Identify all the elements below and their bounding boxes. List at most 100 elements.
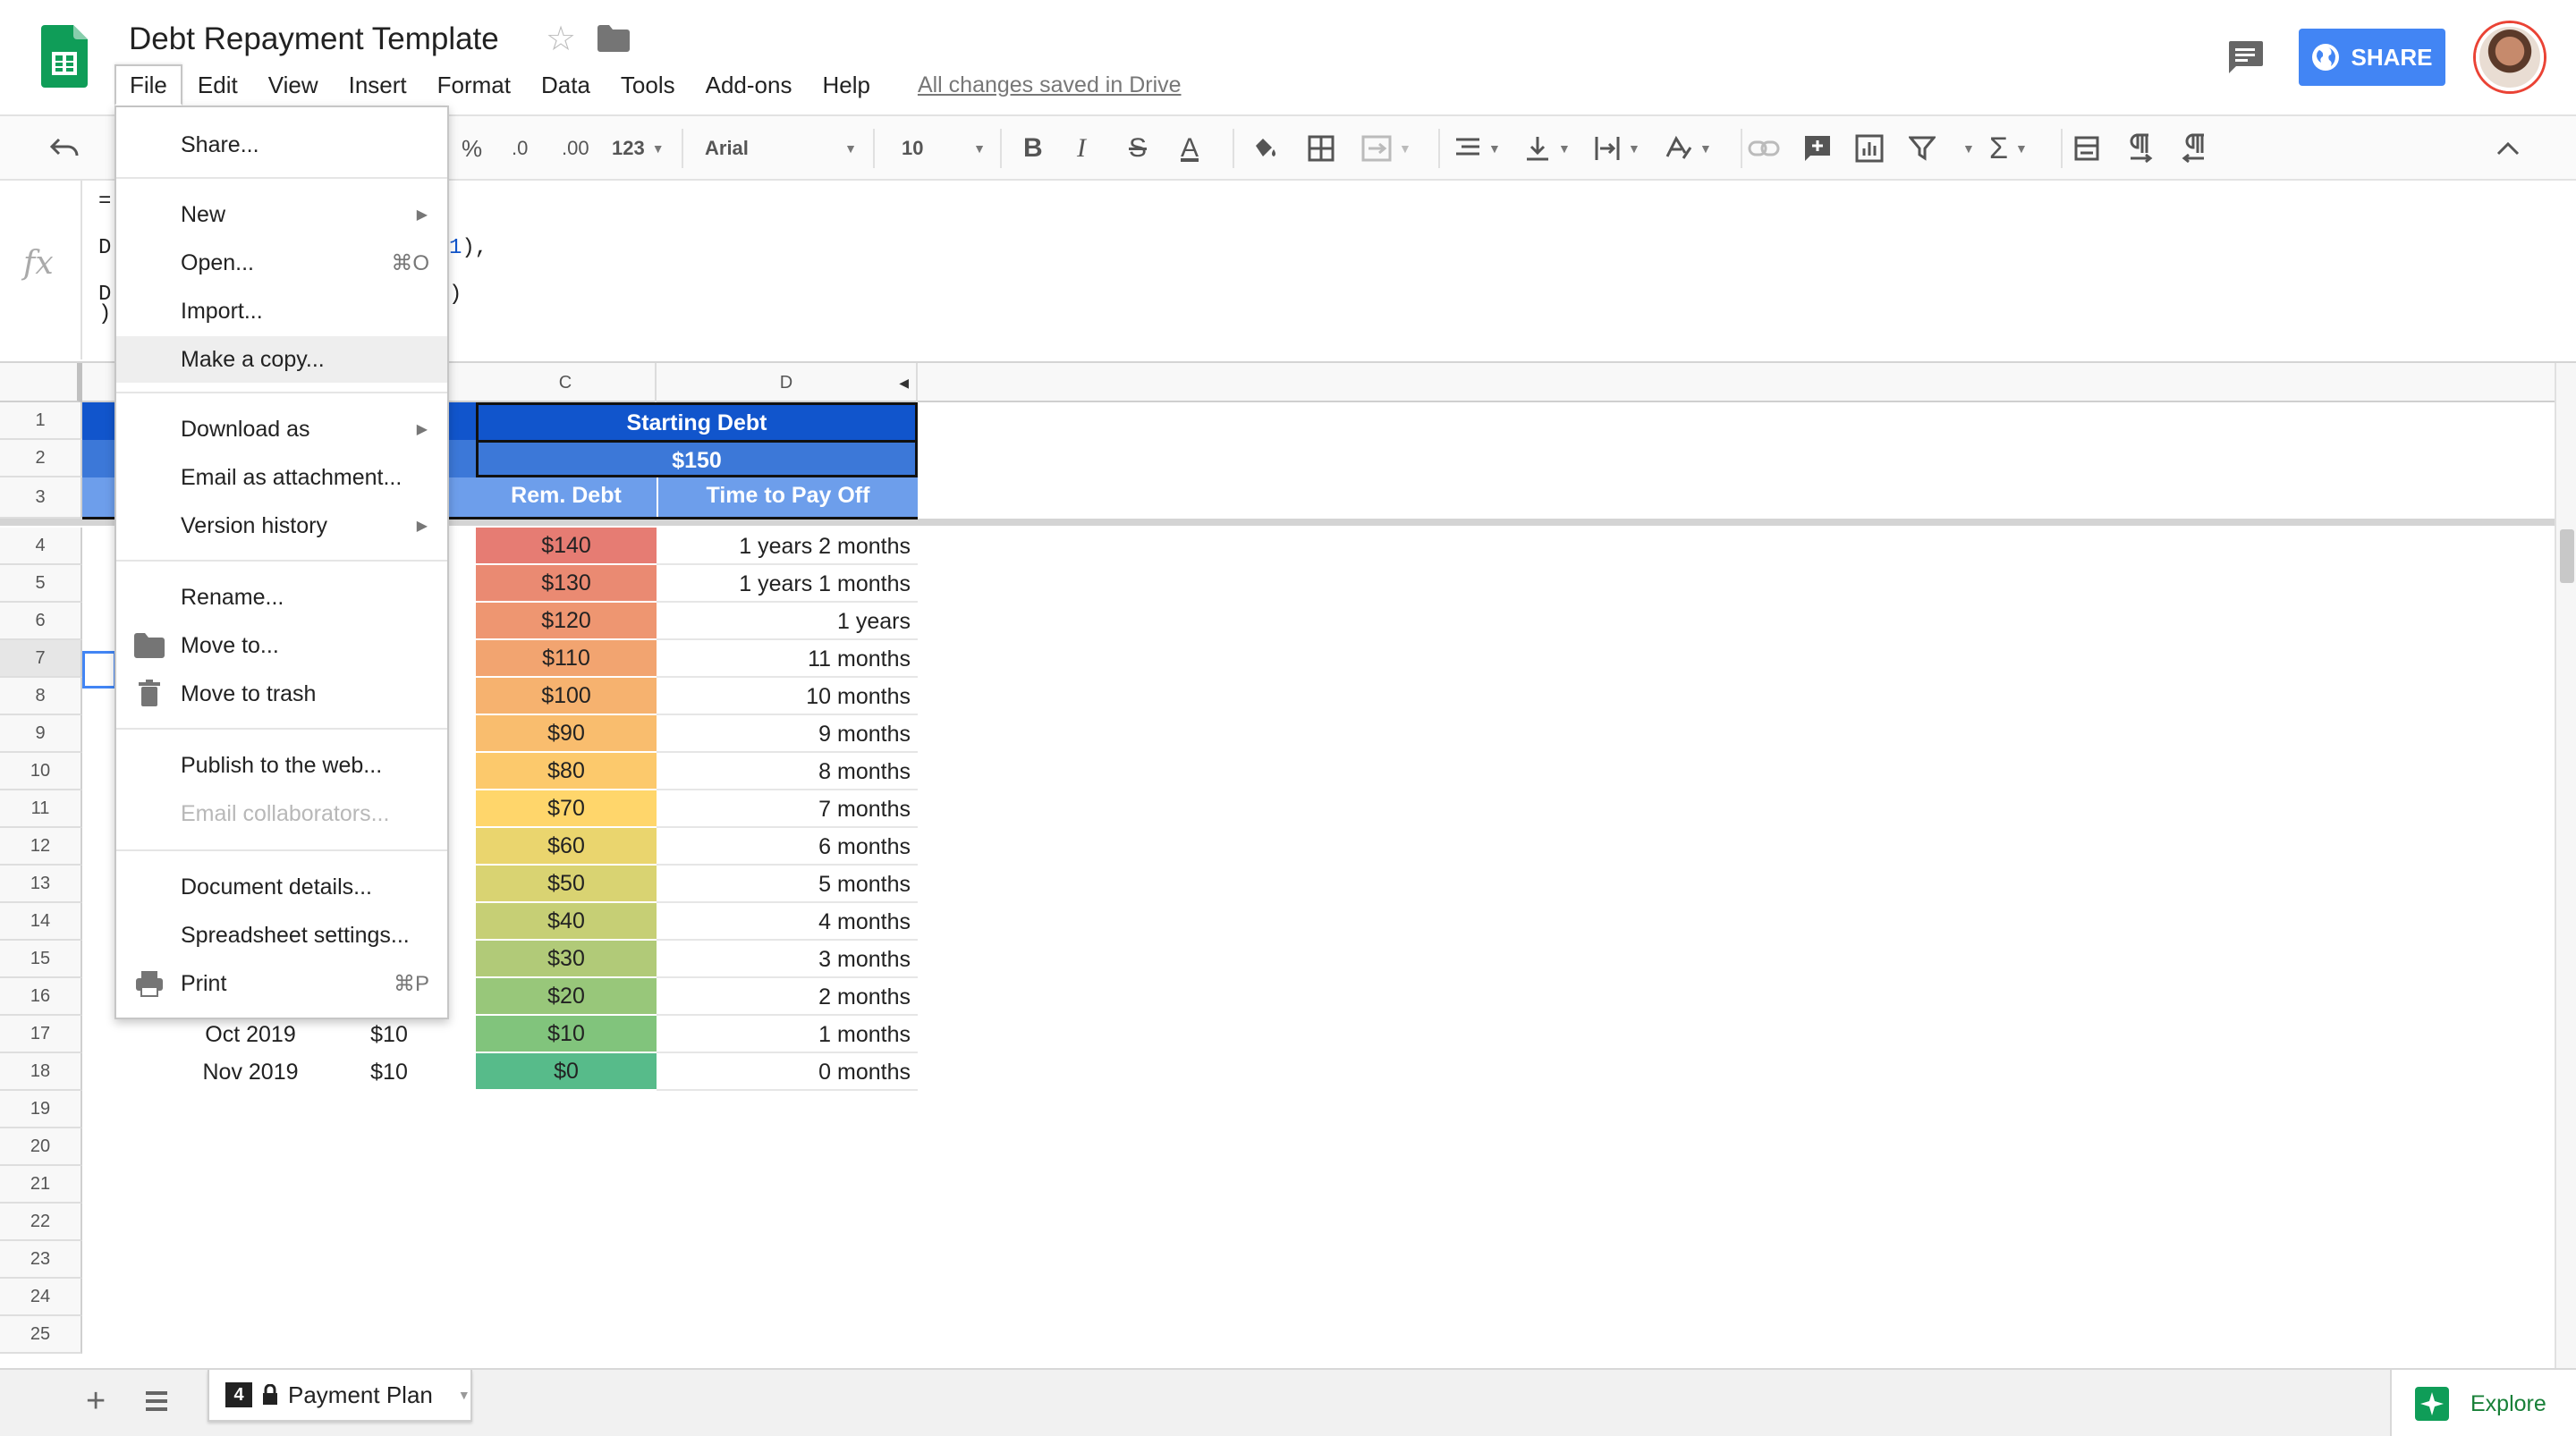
time-to-pay-off-cell[interactable]: 3 months [657, 941, 918, 978]
starting-debt-amount[interactable]: $150 [476, 440, 918, 477]
bold-button[interactable]: B [1023, 116, 1043, 181]
time-to-pay-off-column-header[interactable]: Time to Pay Off [657, 477, 918, 519]
row-header[interactable]: 14 [0, 903, 82, 941]
row-header[interactable]: 13 [0, 866, 82, 903]
column-collapse-icon[interactable]: ◀ [899, 363, 909, 402]
row-header[interactable]: 11 [0, 790, 82, 828]
active-cell-indicator[interactable] [82, 651, 116, 688]
menu-item-document-details[interactable]: Document details... [116, 864, 447, 910]
time-to-pay-off-cell[interactable]: 0 months [657, 1053, 918, 1091]
starting-debt-header[interactable]: Starting Debt [476, 402, 918, 440]
time-to-pay-off-cell[interactable]: 8 months [657, 753, 918, 790]
row-header[interactable]: 8 [0, 678, 82, 715]
row-header[interactable]: 17 [0, 1016, 82, 1053]
rem-debt-cell[interactable]: $110 [476, 640, 657, 676]
payment-cell[interactable]: $10 [340, 1016, 438, 1053]
rem-debt-cell[interactable]: $100 [476, 678, 657, 714]
share-button[interactable]: SHARE [2299, 29, 2445, 86]
menu-file[interactable]: File [114, 64, 182, 106]
text-wrapping-icon[interactable]: ▼ [1594, 116, 1640, 181]
increase-decimal-button[interactable]: .00 [562, 116, 589, 181]
row-header[interactable]: 22 [0, 1204, 82, 1241]
menu-item-spreadsheet-settings[interactable]: Spreadsheet settings... [116, 912, 447, 959]
menu-item-import[interactable]: Import... [116, 288, 447, 334]
decrease-decimal-button[interactable]: .0 [512, 116, 528, 181]
row-header[interactable]: 24 [0, 1279, 82, 1316]
star-icon[interactable]: ☆ [546, 20, 576, 59]
format-percent-button[interactable]: % [462, 116, 482, 181]
time-to-pay-off-cell[interactable]: 1 years 2 months [657, 528, 918, 565]
explore-button[interactable]: Explore [2390, 1370, 2576, 1436]
document-title[interactable]: Debt Repayment Template [129, 20, 499, 59]
menu-item-move-to-trash[interactable]: Move to trash [116, 671, 447, 717]
date-cell[interactable]: Oct 2019 [179, 1016, 322, 1053]
menu-insert[interactable]: Insert [334, 64, 422, 106]
row-header[interactable]: 18 [0, 1053, 82, 1091]
font-family-select[interactable]: Arial ▼ [705, 116, 857, 181]
font-size-select[interactable]: 10 ▼ [902, 116, 986, 181]
text-color-button[interactable]: A [1181, 116, 1199, 181]
menu-item-new[interactable]: New ▶ [116, 191, 447, 238]
row-header[interactable]: 9 [0, 715, 82, 753]
strikethrough-button[interactable]: S [1129, 116, 1147, 181]
menu-data[interactable]: Data [526, 64, 606, 106]
ltr-text-icon[interactable] [2127, 116, 2154, 181]
folder-icon[interactable] [597, 25, 630, 52]
collapse-toolbar-icon[interactable] [2496, 116, 2521, 181]
row-header[interactable]: 6 [0, 603, 82, 640]
row-header[interactable]: 25 [0, 1316, 82, 1354]
row-header[interactable]: 16 [0, 978, 82, 1016]
insert-comment-icon[interactable] [1803, 116, 1832, 181]
menu-edit[interactable]: Edit [182, 64, 253, 106]
rem-debt-cell[interactable]: $60 [476, 828, 657, 864]
row-header[interactable]: 2 [0, 440, 82, 477]
row-header[interactable]: 5 [0, 565, 82, 603]
menu-addons[interactable]: Add-ons [691, 64, 808, 106]
row-header[interactable]: 20 [0, 1128, 82, 1166]
menu-item-move-to[interactable]: Move to... [116, 622, 447, 669]
sheets-logo-icon[interactable] [41, 25, 88, 88]
add-sheet-icon[interactable]: + [86, 1382, 106, 1421]
time-to-pay-off-cell[interactable]: 5 months [657, 866, 918, 903]
select-all-corner[interactable] [0, 363, 82, 402]
rem-debt-cell[interactable]: $30 [476, 941, 657, 976]
rem-debt-cell[interactable]: $80 [476, 753, 657, 789]
rem-debt-cell[interactable]: $120 [476, 603, 657, 638]
time-to-pay-off-cell[interactable]: 11 months [657, 640, 918, 678]
scrollbar-thumb[interactable] [2560, 529, 2574, 583]
row-header[interactable]: 23 [0, 1241, 82, 1279]
fill-color-icon[interactable] [1250, 116, 1279, 181]
caret-down-icon[interactable]: ▼ [458, 1388, 470, 1402]
menu-item-download-as[interactable]: Download as ▶ [116, 406, 447, 452]
rem-debt-cell[interactable]: $90 [476, 715, 657, 751]
menu-item-share[interactable]: Share... [116, 122, 447, 168]
vertical-align-icon[interactable]: ▼ [1524, 116, 1571, 181]
rem-debt-cell[interactable]: $20 [476, 978, 657, 1014]
rem-debt-cell[interactable]: $140 [476, 528, 657, 563]
rem-debt-cell[interactable]: $70 [476, 790, 657, 826]
row-header[interactable]: 12 [0, 828, 82, 866]
row-header[interactable]: 7 [0, 640, 82, 678]
time-to-pay-off-cell[interactable]: 1 months [657, 1016, 918, 1053]
rem-debt-cell[interactable]: $0 [476, 1053, 657, 1089]
vertical-scrollbar[interactable] [2555, 363, 2576, 1368]
time-to-pay-off-cell[interactable]: 4 months [657, 903, 918, 941]
functions-icon[interactable]: Σ ▼ [1989, 116, 2028, 181]
insert-link-icon[interactable] [1748, 116, 1780, 181]
column-header-c[interactable]: C [476, 363, 657, 402]
menu-help[interactable]: Help [807, 64, 885, 106]
menu-item-email-attachment[interactable]: Email as attachment... [116, 454, 447, 501]
rem-debt-cell[interactable]: $50 [476, 866, 657, 901]
time-to-pay-off-cell[interactable]: 1 years [657, 603, 918, 640]
more-formats-button[interactable]: 123 ▼ [612, 116, 665, 181]
menu-item-print[interactable]: Print ⌘P [116, 960, 447, 1007]
time-to-pay-off-cell[interactable]: 7 months [657, 790, 918, 828]
row-header[interactable]: 4 [0, 528, 82, 565]
row-header[interactable]: 1 [0, 402, 82, 440]
time-to-pay-off-cell[interactable]: 10 months [657, 678, 918, 715]
filter-icon[interactable] [1909, 116, 1936, 181]
merge-cells-icon[interactable]: ▼ [1361, 116, 1411, 181]
rem-debt-cell[interactable]: $10 [476, 1016, 657, 1052]
freeze-icon[interactable] [2073, 116, 2100, 181]
menu-item-make-copy[interactable]: Make a copy... [116, 336, 447, 383]
